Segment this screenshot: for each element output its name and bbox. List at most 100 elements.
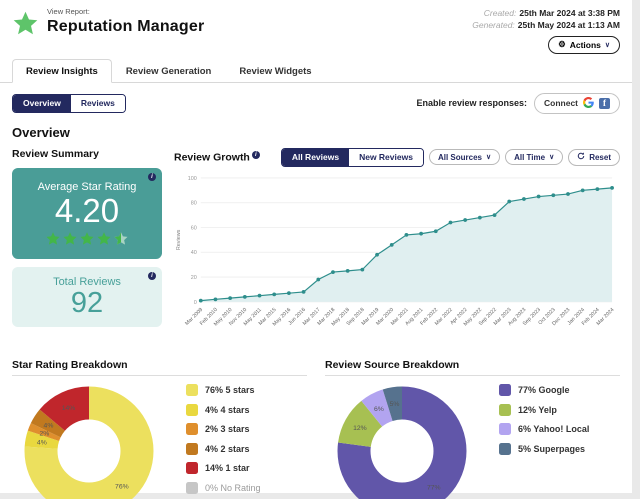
- data-point: [272, 292, 277, 296]
- area-fill: [200, 187, 613, 302]
- review-summary-section: Review Summary i Average Star Rating 4.2…: [12, 148, 162, 349]
- slice-percent-label: 12%: [353, 425, 367, 432]
- star-rating-icons: [18, 231, 156, 247]
- data-point: [360, 267, 365, 272]
- legend-swatch: [186, 384, 198, 397]
- data-point: [536, 194, 541, 199]
- legend-swatch: [499, 423, 511, 436]
- data-point: [448, 220, 453, 225]
- legend-label: 76% 5 stars: [205, 385, 255, 396]
- slice-percent-label: 14%: [62, 405, 76, 412]
- total-reviews-value: 92: [70, 286, 104, 319]
- legend-item: 4% 4 stars: [186, 403, 298, 416]
- growth-chart-svg: 020406080100ReviewsMar 2009Feb 2010May 2…: [176, 176, 616, 328]
- star-icon: [80, 231, 94, 245]
- legend-swatch: [499, 442, 511, 455]
- star_breakdown-svg: 76% 4%2%4% 14%: [24, 386, 154, 499]
- star-rating-donut-chart: 76% 4% 2% 4% 14%: [18, 380, 160, 499]
- info-icon[interactable]: i: [148, 172, 156, 181]
- created-timestamp: Created: 25th Mar 2024 at 3:38 PM: [483, 8, 620, 18]
- y-tick-label: 100: [188, 176, 197, 182]
- refresh-icon: [577, 152, 585, 162]
- star-icon: [46, 231, 60, 245]
- star-icon: [114, 231, 128, 245]
- legend-item: 6% Yahoo! Local: [499, 423, 589, 436]
- generated-timestamp: Generated: 25th May 2024 at 1:13 AM: [472, 20, 620, 31]
- page-title: Reputation Manager: [47, 18, 205, 35]
- legend-item: 4% 2 stars: [186, 442, 298, 455]
- reset-button[interactable]: Reset: [568, 148, 620, 166]
- data-point: [566, 191, 570, 196]
- gear-icon: ⚙: [558, 39, 566, 50]
- average-star-rating-label: Average Star Rating: [37, 180, 137, 193]
- chevron-down-icon: ∨: [604, 41, 610, 49]
- legend-label: 5% Superpages: [518, 443, 586, 454]
- y-tick-label: 80: [191, 200, 197, 206]
- reviews-mode-toggle: All Reviews New Reviews: [280, 147, 424, 167]
- overview-toggle-button[interactable]: Overview: [13, 94, 71, 112]
- data-point: [477, 215, 482, 220]
- data-point: [507, 199, 512, 203]
- legend-swatch: [499, 384, 511, 397]
- sources-filter-dropdown[interactable]: All Sources ∨: [428, 149, 501, 166]
- slice-percent-label: 76%: [115, 483, 129, 490]
- legend-label: 12% Yelp: [518, 404, 557, 415]
- data-point: [198, 298, 203, 303]
- data-point: [595, 186, 600, 191]
- data-point: [522, 196, 526, 201]
- data-point: [404, 232, 409, 237]
- legend-label: 4% 4 stars: [205, 404, 250, 415]
- new-reviews-button[interactable]: New Reviews: [349, 148, 423, 166]
- legend-item: 2% 3 stars: [186, 423, 298, 436]
- average-star-rating-value: 4.20: [54, 191, 120, 229]
- actions-button[interactable]: ⚙ Actions ∨: [548, 35, 620, 54]
- data-point: [580, 188, 585, 192]
- legend-swatch: [186, 481, 198, 494]
- slice-percent-label: 6%: [374, 406, 384, 413]
- data-point: [345, 268, 350, 273]
- review-source-legend: 77% Google 12% Yelp 6% Yahoo! Local 5% Supe…: [499, 384, 589, 462]
- chevron-down-icon: ∨: [549, 154, 555, 162]
- data-point: [551, 193, 556, 197]
- data-point: [257, 293, 262, 298]
- reviews-toggle-button[interactable]: Reviews: [70, 94, 125, 112]
- data-point: [375, 252, 379, 257]
- data-point: [492, 212, 497, 217]
- legend-label: 77% Google: [518, 385, 570, 396]
- data-point: [389, 242, 394, 247]
- star-rating-legend: 76% 5 stars 4% 4 stars 2% 3 stars 4% 2 star…: [186, 384, 298, 499]
- overview-reviews-toggle: Overview Reviews: [12, 93, 126, 113]
- y-axis-label: Reviews: [176, 229, 182, 250]
- data-point: [301, 289, 306, 294]
- slice-percent-label: 5%: [390, 401, 400, 408]
- review-source-donut-chart: 77% 12% 6% 5%: [331, 380, 473, 499]
- info-icon[interactable]: i: [251, 150, 260, 159]
- review-summary-title: Review Summary: [12, 147, 99, 160]
- y-tick-label: 20: [191, 275, 197, 281]
- review-growth-title: Review Growth i: [174, 150, 260, 163]
- slice-percent-label: 2%: [39, 431, 49, 438]
- y-tick-label: 60: [191, 225, 197, 231]
- review-growth-chart: 0 20 40 60 80 100 Reviews Mar 2009 Feb 2010 May 2…: [174, 171, 620, 349]
- data-point: [331, 269, 335, 274]
- data-point: [463, 217, 468, 222]
- view-report-label: View Report:: [47, 7, 90, 16]
- tab-review-widgets[interactable]: Review Widgets: [225, 59, 325, 83]
- legend-swatch: [499, 403, 511, 416]
- all-reviews-button[interactable]: All Reviews: [281, 148, 350, 166]
- time-filter-dropdown[interactable]: All Time ∨: [505, 149, 564, 166]
- legend-item: 0% No Rating: [186, 481, 298, 494]
- legend-item: 5% Superpages: [499, 442, 589, 455]
- overview-heading: Overview: [12, 124, 70, 140]
- legend-label: 14% 1 star: [205, 463, 250, 474]
- info-icon[interactable]: i: [148, 271, 156, 280]
- google-icon: [583, 96, 594, 110]
- tab-review-insights[interactable]: Review Insights: [12, 58, 112, 83]
- review-source-breakdown-section: Review Source Breakdown 77% 12% 6% 5% 77% G…: [325, 359, 620, 499]
- legend-label: 4% 2 stars: [205, 443, 250, 454]
- data-point: [610, 185, 614, 190]
- slice-percent-label: 77%: [427, 484, 441, 491]
- connect-button[interactable]: Connect f: [534, 92, 620, 114]
- tab-review-generation[interactable]: Review Generation: [112, 59, 226, 83]
- review-source-breakdown-title: Review Source Breakdown: [325, 359, 460, 372]
